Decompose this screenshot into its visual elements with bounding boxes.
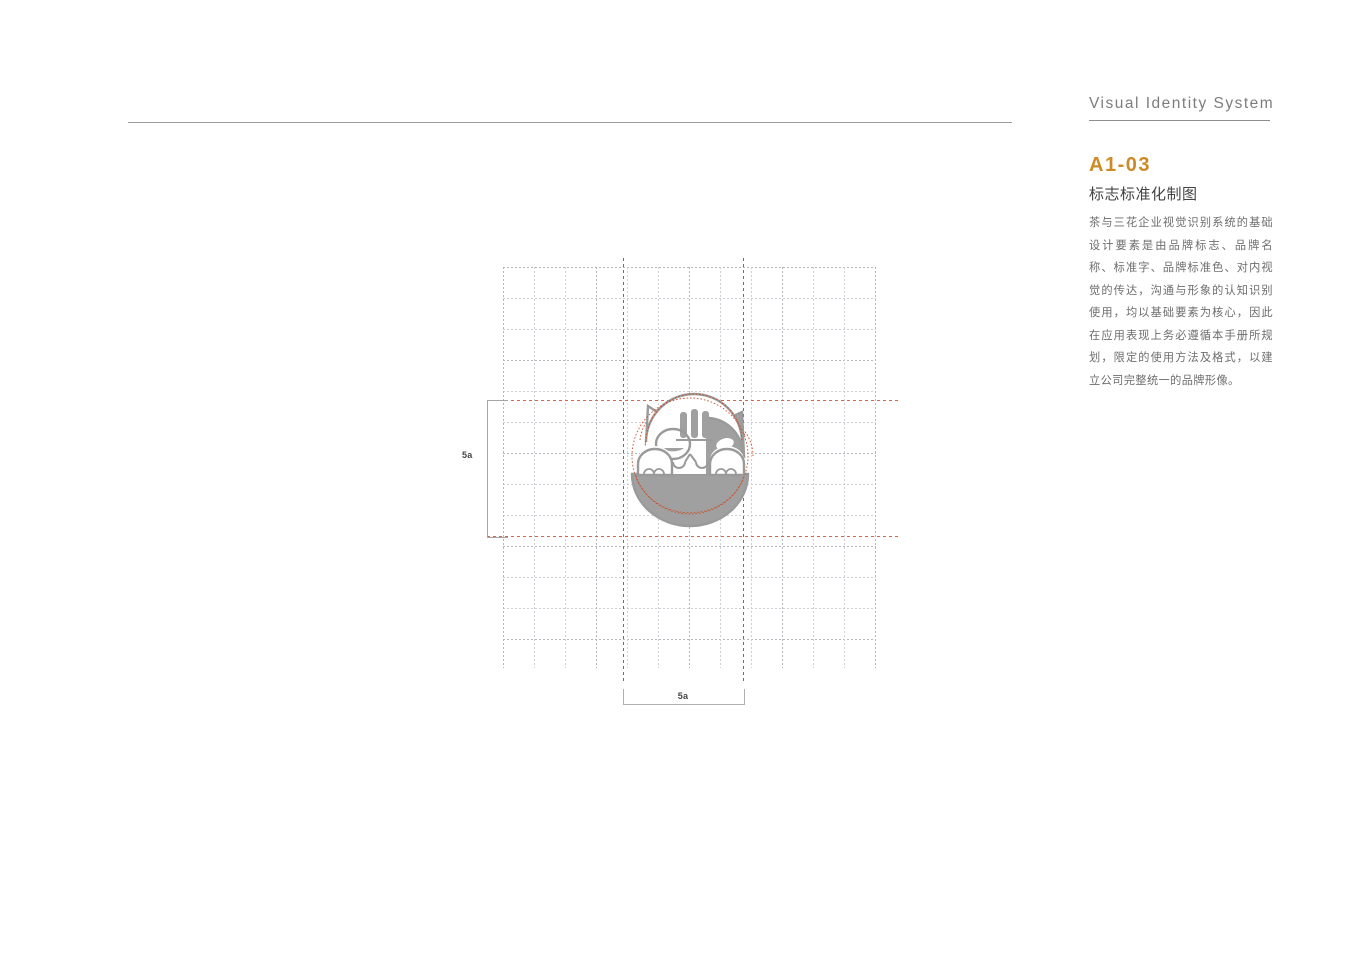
section-code: A1-03 <box>1089 154 1151 176</box>
section-subtitle: 标志标准化制图 <box>1089 186 1198 203</box>
grid-vline <box>534 267 535 668</box>
grid-vline <box>844 267 845 668</box>
dimension-bracket-vertical <box>487 400 508 538</box>
grid-vline <box>565 267 566 668</box>
grid-vline <box>596 267 597 668</box>
grid-vline <box>782 267 783 668</box>
dimension-label-vertical: 5a <box>462 450 473 460</box>
section-body-text: 茶与三花企业视觉识别系统的基础设计要素是由品牌标志、品牌名称、标准字、品牌标准色… <box>1089 217 1273 387</box>
grid-vline <box>875 267 876 668</box>
grid-vline <box>813 267 814 668</box>
header-divider-left <box>128 122 1012 123</box>
dimension-label-horizontal: 5a <box>677 691 689 701</box>
logo-svg: .f{fill:#a0a0a0} .w{fill:#ffffff} .o{fil… <box>630 392 754 528</box>
page-title: Visual Identity System <box>1089 95 1275 112</box>
cat-in-bowl-logo: .f{fill:#a0a0a0} .w{fill:#ffffff} .o{fil… <box>610 378 770 538</box>
forehead-stripe-2 <box>691 409 698 438</box>
vi-manual-page: Visual Identity System A1-03 标志标准化制图 茶与三… <box>0 0 1366 966</box>
bowl-shape <box>632 474 748 526</box>
header-divider-right <box>1089 120 1270 121</box>
forehead-stripe-3 <box>702 411 709 438</box>
